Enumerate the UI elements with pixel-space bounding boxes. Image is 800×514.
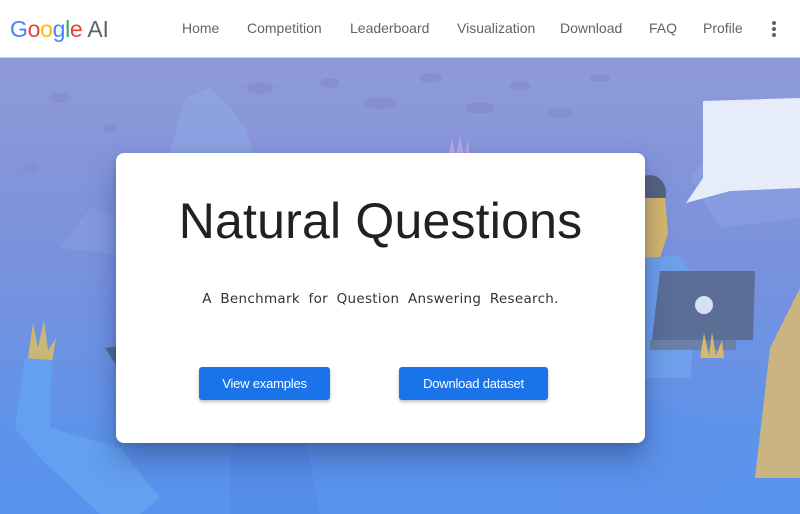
nav-faq[interactable]: FAQ [649,19,677,37]
nav-profile[interactable]: Profile [703,19,743,37]
hero-card: Natural Questions A Benchmark for Questi… [116,153,645,443]
nav-home[interactable]: Home [182,19,219,37]
nav-leaderboard[interactable]: Leaderboard [350,19,429,37]
nav-download[interactable]: Download [560,19,622,37]
page-subtitle: A Benchmark for Question Answering Resea… [202,291,559,307]
hero-banner: Natural Questions A Benchmark for Questi… [0,58,800,514]
view-examples-button[interactable]: View examples [199,367,330,400]
plant-shape [170,88,255,158]
download-dataset-button[interactable]: Download dataset [399,367,548,400]
top-nav-bar: Google AI Home Competition Leaderboard Vi… [0,0,800,58]
page-title: Natural Questions [178,193,583,249]
main-nav: Home Competition Leaderboard Visualizati… [0,19,800,39]
nav-competition[interactable]: Competition [247,19,322,37]
raised-hand [28,320,56,363]
more-vert-icon[interactable] [768,21,780,39]
laptop-logo [695,296,713,314]
speech-bubble [686,98,800,203]
nav-visualization[interactable]: Visualization [457,19,535,37]
laptop-base [650,340,736,350]
person-silhouette [755,288,800,478]
